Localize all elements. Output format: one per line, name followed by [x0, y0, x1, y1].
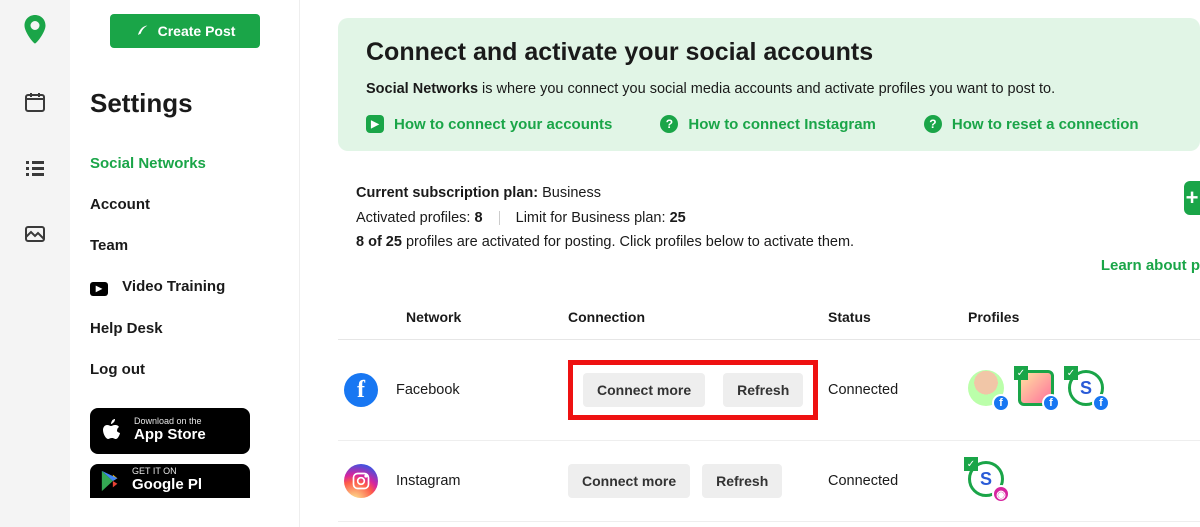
create-post-button[interactable]: Create Post: [110, 14, 260, 48]
appstore-top: Download on the: [134, 417, 206, 427]
plan-footer-rest: profiles are activated for posting. Clic…: [402, 234, 854, 250]
instagram-icon: [344, 464, 378, 498]
feather-icon: [134, 23, 150, 39]
separator: [499, 211, 500, 225]
main-content: Connect and activate your social account…: [300, 0, 1200, 527]
facebook-badge-icon: f: [992, 394, 1010, 412]
banner-lead: Social Networks is where you connect you…: [366, 81, 1172, 97]
activated-count: 8: [474, 210, 482, 226]
plan-summary: Current subscription plan: Business Acti…: [338, 151, 1200, 275]
status-cell: Connected: [828, 340, 968, 441]
app-store-badge[interactable]: Download on the App Store: [90, 408, 250, 454]
youtube-icon: ▶: [90, 282, 108, 296]
network-name: Instagram: [396, 473, 460, 489]
facebook-badge-icon: f: [1042, 394, 1060, 412]
table-row-instagram: Instagram Connect more Refresh Connected: [338, 441, 1200, 522]
question-icon: ?: [660, 115, 678, 133]
plan-line-2: Activated profiles: 8 Limit for Business…: [356, 206, 854, 231]
network-name: Facebook: [396, 382, 460, 398]
banner-lead-rest: is where you connect you social media ac…: [478, 81, 1055, 97]
table-row-google: Google: [338, 522, 1200, 527]
add-button[interactable]: +: [1184, 181, 1200, 215]
calendar-icon[interactable]: [23, 90, 47, 114]
play-icon: ▶: [366, 115, 384, 133]
help-link-reset-connection[interactable]: ? How to reset a connection: [924, 115, 1139, 133]
help-link-label: How to connect Instagram: [688, 116, 876, 133]
banner-title: Connect and activate your social account…: [366, 38, 1172, 67]
profile-avatar[interactable]: ✓ f: [1018, 370, 1058, 410]
highlight-box: Connect more Refresh: [568, 360, 818, 420]
connect-more-button[interactable]: Connect more: [568, 464, 690, 498]
status-cell: Connected: [828, 441, 968, 522]
sidebar-item-log-out[interactable]: Log out: [90, 349, 279, 390]
create-post-label: Create Post: [158, 23, 236, 39]
check-icon: ✓: [1064, 366, 1078, 380]
sidebar-title: Settings: [90, 88, 279, 119]
limit-count: 25: [670, 210, 686, 226]
profile-avatar[interactable]: ✓ S ◉: [968, 461, 1008, 501]
profiles-cell: ✓ S ◉: [968, 461, 1200, 501]
sidebar-item-label: Social Networks: [90, 155, 206, 172]
sidebar-item-account[interactable]: Account: [90, 184, 279, 225]
check-icon: ✓: [964, 457, 978, 471]
profiles-cell: f ✓ f ✓ S f: [968, 370, 1200, 410]
plan-name: Business: [542, 185, 601, 201]
sidebar-item-label: Account: [90, 196, 150, 213]
help-links-row: ▶ How to connect your accounts ? How to …: [366, 115, 1172, 133]
profile-avatar[interactable]: f: [968, 370, 1008, 410]
help-link-connect-accounts[interactable]: ▶ How to connect your accounts: [366, 115, 612, 133]
check-icon: ✓: [1014, 366, 1028, 380]
play-bottom: Google Pl: [132, 477, 202, 494]
connect-more-button[interactable]: Connect more: [583, 373, 705, 407]
facebook-badge-icon: f: [1092, 394, 1110, 412]
apple-icon: [100, 417, 124, 445]
col-network: Network: [338, 297, 568, 340]
media-icon[interactable]: [23, 222, 47, 246]
sidebar-item-label: Team: [90, 237, 128, 254]
sidebar-item-social-networks[interactable]: Social Networks: [90, 143, 279, 184]
plan-line-3: 8 of 25 profiles are activated for posti…: [356, 230, 854, 255]
sidebar-item-team[interactable]: Team: [90, 225, 279, 266]
col-profiles: Profiles: [968, 297, 1200, 340]
sidebar-item-label: Log out: [90, 361, 145, 378]
sidebar-item-label: Video Training: [122, 278, 225, 295]
appstore-bottom: App Store: [134, 427, 206, 444]
sidebar: Create Post Settings Social Networks Acc…: [70, 0, 300, 527]
help-link-connect-instagram[interactable]: ? How to connect Instagram: [660, 115, 876, 133]
limit-label: Limit for Business plan:: [516, 210, 666, 226]
plan-label: Current subscription plan:: [356, 185, 538, 201]
icon-rail: [0, 0, 70, 527]
plan-line-1: Current subscription plan: Business: [356, 181, 854, 206]
store-badges: Download on the App Store GET IT ON Goog…: [90, 408, 279, 498]
refresh-button[interactable]: Refresh: [723, 373, 803, 407]
banner-lead-bold: Social Networks: [366, 81, 478, 97]
refresh-button[interactable]: Refresh: [702, 464, 782, 498]
sidebar-item-video-training[interactable]: ▶ Video Training: [90, 266, 279, 308]
google-play-icon: [100, 469, 122, 493]
profile-avatar[interactable]: ✓ S f: [1068, 370, 1108, 410]
sidebar-item-help-desk[interactable]: Help Desk: [90, 308, 279, 349]
activated-label: Activated profiles:: [356, 210, 470, 226]
google-play-badge[interactable]: GET IT ON Google Pl: [90, 464, 250, 498]
plan-footer-bold: 8 of 25: [356, 234, 402, 250]
play-top: GET IT ON: [132, 467, 202, 477]
col-connection: Connection: [568, 297, 828, 340]
sidebar-item-label: Help Desk: [90, 320, 163, 337]
col-status: Status: [828, 297, 968, 340]
networks-table: Network Connection Status Profiles f Fac…: [338, 297, 1200, 527]
list-icon[interactable]: [23, 156, 47, 180]
info-banner: Connect and activate your social account…: [338, 18, 1200, 151]
facebook-icon: f: [344, 373, 378, 407]
table-row-facebook: f Facebook Connect more Refresh Connecte…: [338, 340, 1200, 441]
instagram-badge-icon: ◉: [992, 485, 1010, 503]
help-link-label: How to connect your accounts: [394, 116, 612, 133]
help-link-label: How to reset a connection: [952, 116, 1139, 133]
learn-about-plans-link[interactable]: Learn about p: [1101, 257, 1200, 274]
question-icon: ?: [924, 115, 942, 133]
brand-logo[interactable]: [17, 12, 53, 48]
